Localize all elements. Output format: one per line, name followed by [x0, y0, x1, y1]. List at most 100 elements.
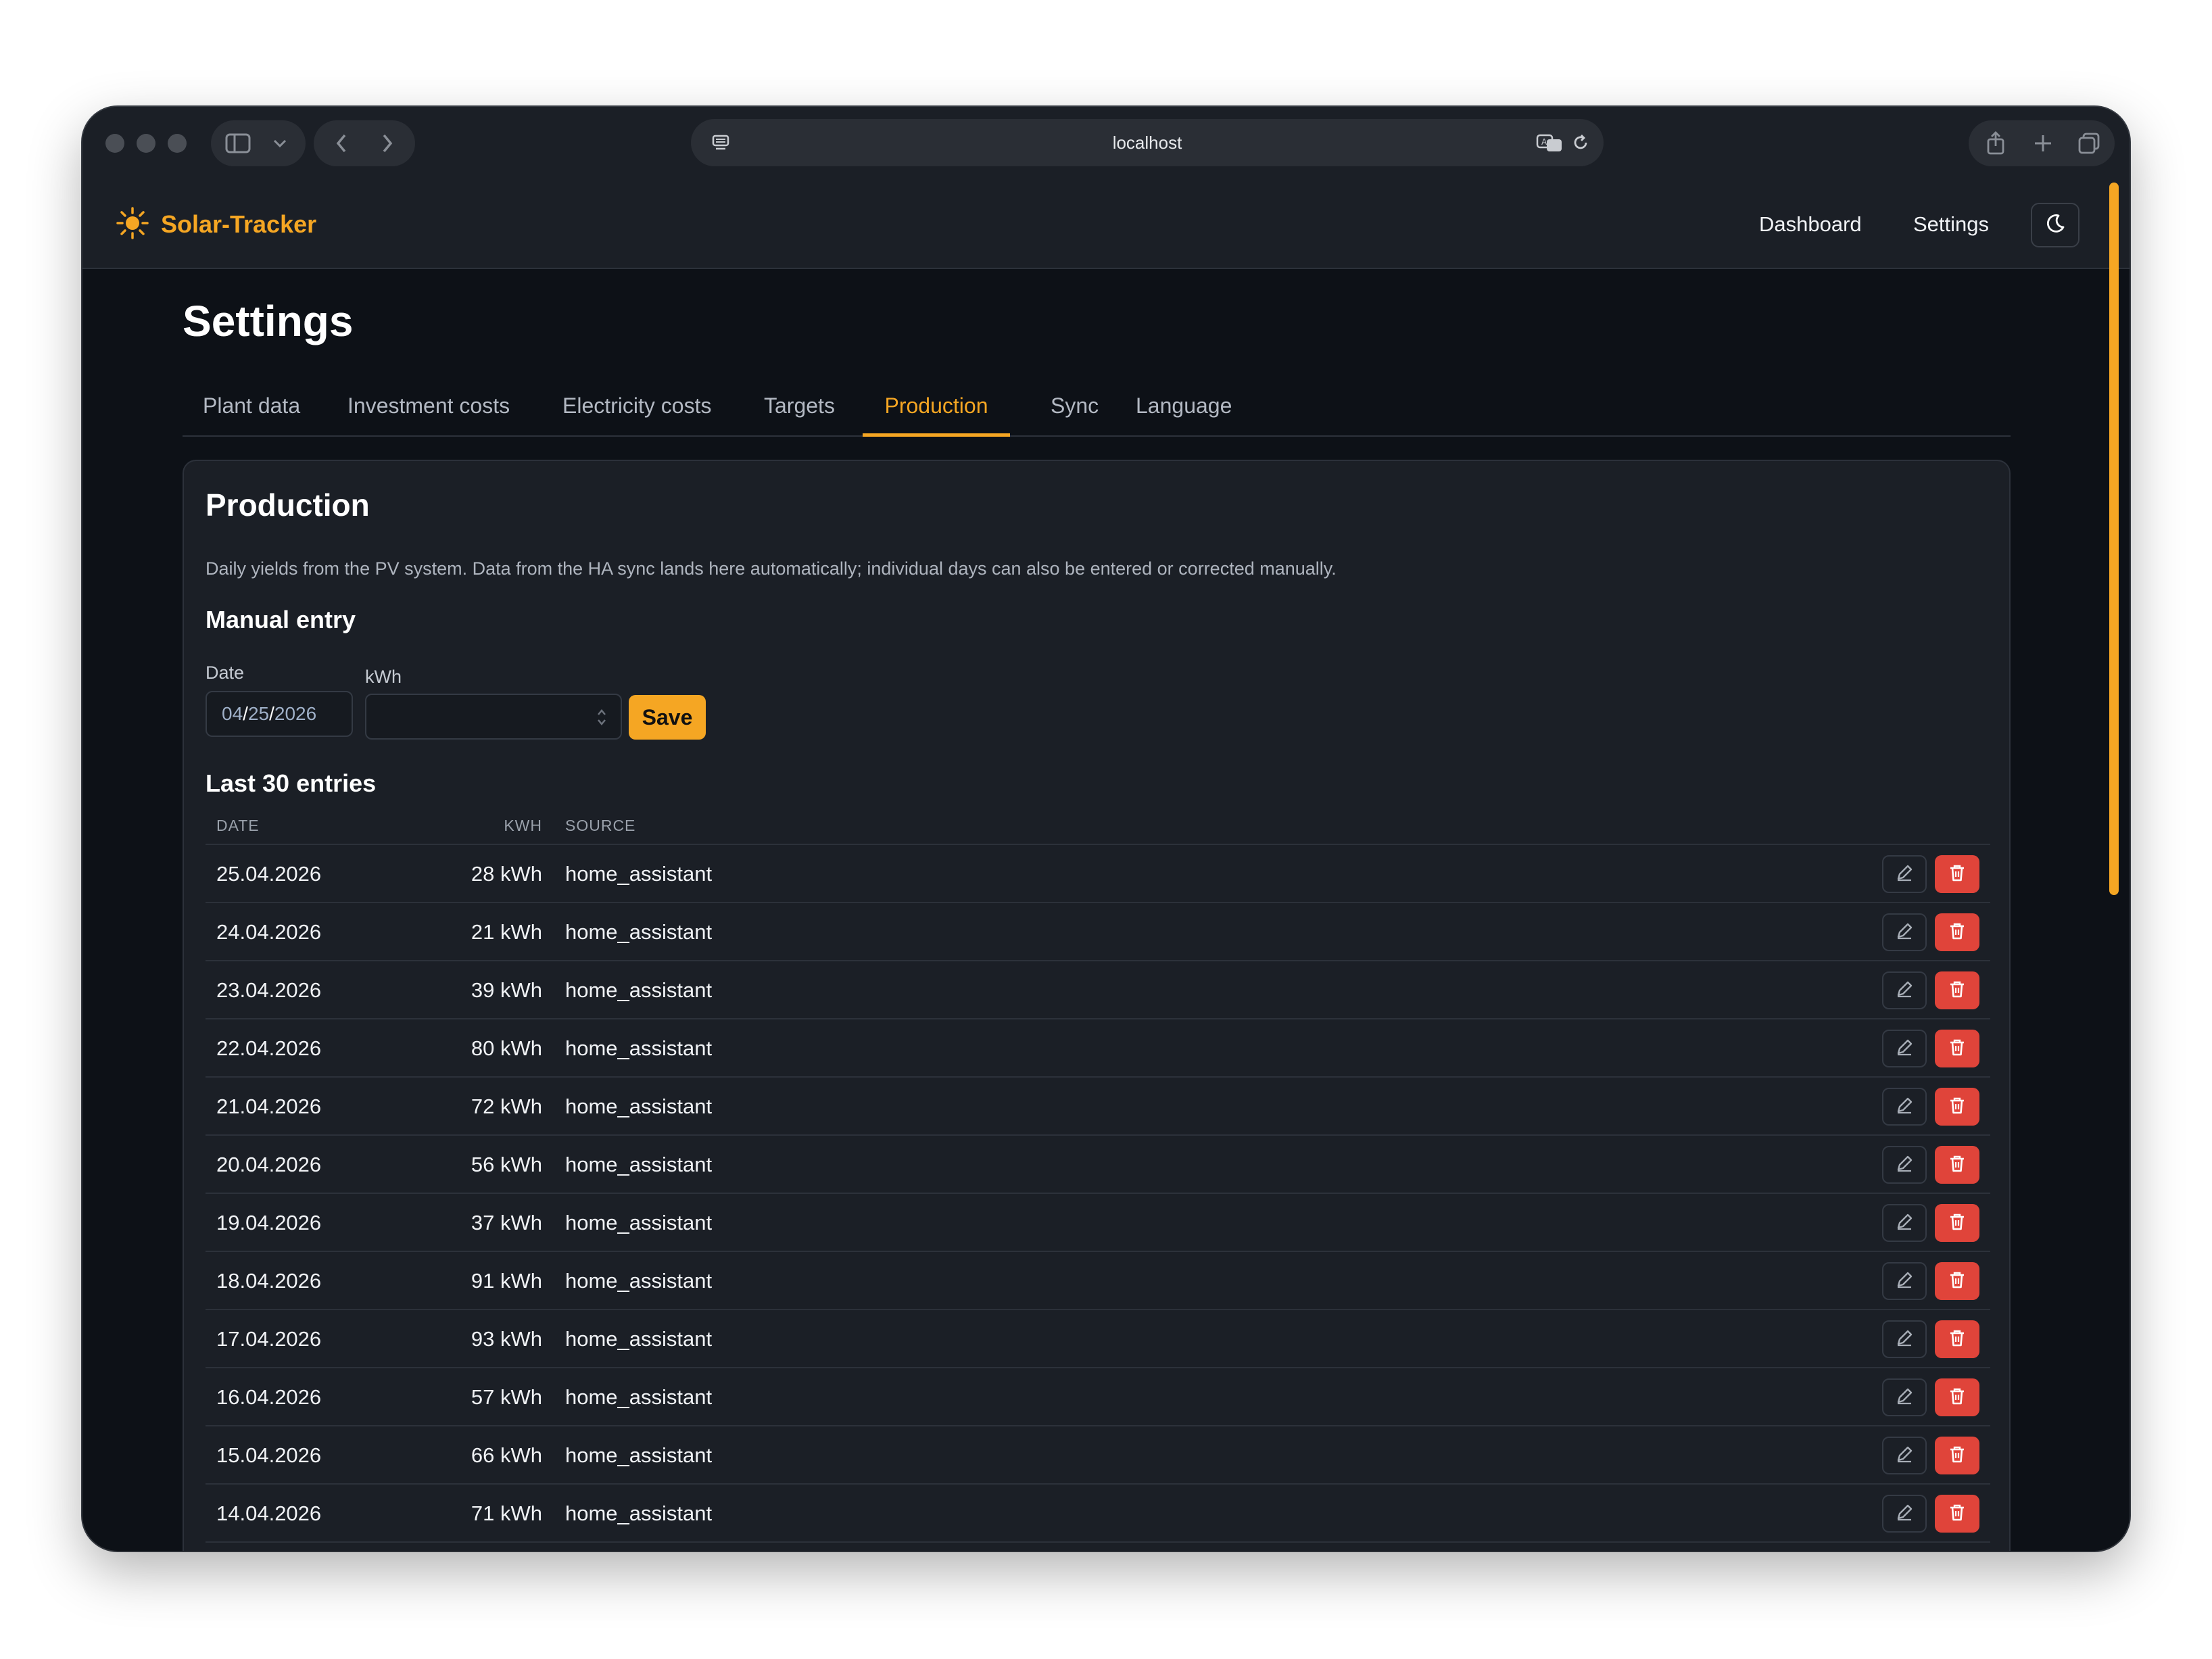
- pencil-icon: [1895, 921, 1914, 944]
- date-month[interactable]: 04: [222, 703, 243, 724]
- tab-investment-costs[interactable]: Investment costs: [347, 380, 510, 437]
- nav-settings-link[interactable]: Settings: [1913, 180, 1989, 269]
- address-bar[interactable]: localhost A: [691, 119, 1604, 166]
- pencil-icon: [1895, 1445, 1914, 1467]
- edit-entry-button[interactable]: [1882, 1378, 1927, 1416]
- column-source: SOURCE: [565, 817, 636, 834]
- entry-source: home_assistant: [565, 1153, 713, 1176]
- reload-icon[interactable]: [1567, 119, 1594, 166]
- back-arrow-icon[interactable]: [324, 120, 358, 166]
- entry-source: home_assistant: [565, 1501, 713, 1525]
- edit-entry-button[interactable]: [1882, 1320, 1927, 1358]
- close-window-button[interactable]: [105, 134, 124, 153]
- delete-entry-button[interactable]: [1935, 1262, 1979, 1300]
- pencil-icon: [1895, 1154, 1914, 1176]
- entry-source: home_assistant: [565, 1385, 713, 1409]
- svg-text:A: A: [1541, 137, 1547, 147]
- brand-logo-link[interactable]: Solar-Tracker: [115, 180, 316, 269]
- entry-date: 17.04.2026: [216, 1327, 322, 1351]
- tab-sync[interactable]: Sync: [1051, 380, 1099, 437]
- edit-entry-button[interactable]: [1882, 1495, 1927, 1533]
- entry-kwh: 66 kWh: [471, 1443, 542, 1467]
- delete-entry-button[interactable]: [1935, 1146, 1979, 1184]
- delete-entry-button[interactable]: [1935, 1320, 1979, 1358]
- edit-entry-button[interactable]: [1882, 1146, 1927, 1184]
- app-header: Solar-Tracker Dashboard Settings: [82, 180, 2130, 269]
- tab-overview-icon[interactable]: [2069, 120, 2109, 166]
- date-label: Date: [206, 663, 245, 683]
- entry-date: 21.04.2026: [216, 1095, 322, 1118]
- nav-dashboard-link[interactable]: Dashboard: [1759, 180, 1862, 269]
- delete-entry-button[interactable]: [1935, 913, 1979, 951]
- entry-kwh: 91 kWh: [471, 1269, 542, 1293]
- edit-entry-button[interactable]: [1882, 1262, 1927, 1300]
- table-row: 14.04.2026 71 kWh home_assistant: [206, 1485, 1990, 1543]
- trash-icon: [1948, 1445, 1966, 1467]
- zoom-window-button[interactable]: [168, 134, 187, 153]
- entry-date: 20.04.2026: [216, 1153, 322, 1176]
- kwh-input[interactable]: [365, 694, 622, 740]
- trash-icon: [1948, 863, 1966, 886]
- settings-tabs: Plant data Investment costs Electricity …: [183, 380, 2011, 437]
- entry-date: 24.04.2026: [216, 920, 322, 944]
- pencil-icon: [1895, 1038, 1914, 1060]
- delete-entry-button[interactable]: [1935, 1204, 1979, 1242]
- table-row: 19.04.2026 37 kWh home_assistant: [206, 1194, 1990, 1252]
- delete-entry-button[interactable]: [1935, 971, 1979, 1009]
- browser-window: localhost A Solar-Tracker Dashboard Sett…: [82, 107, 2130, 1551]
- last-entries-title: Last 30 entries: [206, 769, 377, 797]
- kwh-label: kWh: [365, 667, 402, 687]
- new-tab-plus-icon[interactable]: [2023, 120, 2063, 166]
- trash-icon: [1948, 1503, 1966, 1525]
- tab-electricity-costs[interactable]: Electricity costs: [562, 380, 711, 437]
- date-day[interactable]: 25: [248, 703, 269, 724]
- history-nav-group: [314, 120, 415, 166]
- table-header: DATE KWH SOURCE: [206, 806, 1990, 845]
- browser-toolbar: localhost A: [82, 107, 2130, 180]
- forward-arrow-icon[interactable]: [370, 120, 404, 166]
- chevron-down-icon[interactable]: [265, 120, 295, 166]
- pencil-icon: [1895, 1328, 1914, 1351]
- pencil-icon: [1895, 1096, 1914, 1118]
- entry-source: home_assistant: [565, 1327, 713, 1351]
- tab-targets[interactable]: Targets: [764, 380, 835, 437]
- delete-entry-button[interactable]: [1935, 1030, 1979, 1067]
- table-row: 15.04.2026 66 kWh home_assistant: [206, 1426, 1990, 1485]
- date-year[interactable]: 2026: [274, 703, 316, 724]
- delete-entry-button[interactable]: [1935, 1088, 1979, 1126]
- edit-entry-button[interactable]: [1882, 1204, 1927, 1242]
- page-title: Settings: [183, 297, 354, 345]
- edit-entry-button[interactable]: [1882, 855, 1927, 893]
- tab-production[interactable]: Production: [863, 380, 1010, 437]
- edit-entry-button[interactable]: [1882, 971, 1927, 1009]
- trash-icon: [1948, 1154, 1966, 1176]
- delete-entry-button[interactable]: [1935, 1378, 1979, 1416]
- tab-plant-data[interactable]: Plant data: [203, 380, 300, 437]
- tab-language[interactable]: Language: [1136, 380, 1232, 437]
- edit-entry-button[interactable]: [1882, 1030, 1927, 1067]
- save-button[interactable]: Save: [629, 695, 706, 740]
- column-kwh: KWH: [504, 817, 542, 834]
- sidebar-toggle-group: [211, 120, 306, 166]
- entry-date: 15.04.2026: [216, 1443, 322, 1467]
- delete-entry-button[interactable]: [1935, 1437, 1979, 1474]
- edit-entry-button[interactable]: [1882, 913, 1927, 951]
- date-input[interactable]: 04/25/2026: [206, 691, 353, 737]
- edit-entry-button[interactable]: [1882, 1088, 1927, 1126]
- entry-kwh: 71 kWh: [471, 1501, 542, 1525]
- theme-toggle-button[interactable]: [2031, 203, 2079, 247]
- entry-date: 18.04.2026: [216, 1269, 322, 1293]
- edit-entry-button[interactable]: [1882, 1437, 1927, 1474]
- manual-entry-title: Manual entry: [206, 606, 356, 633]
- sidebar-icon[interactable]: [223, 120, 253, 166]
- translate-icon[interactable]: A: [1535, 119, 1564, 166]
- share-icon[interactable]: [1975, 120, 2016, 166]
- delete-entry-button[interactable]: [1935, 1495, 1979, 1533]
- entry-source: home_assistant: [565, 1211, 713, 1234]
- delete-entry-button[interactable]: [1935, 855, 1979, 893]
- trash-icon: [1948, 1328, 1966, 1351]
- number-spinner-icon[interactable]: [596, 707, 607, 727]
- minimize-window-button[interactable]: [137, 134, 155, 153]
- page-scrollbar[interactable]: [2109, 183, 2119, 895]
- moon-icon: [2044, 212, 2067, 239]
